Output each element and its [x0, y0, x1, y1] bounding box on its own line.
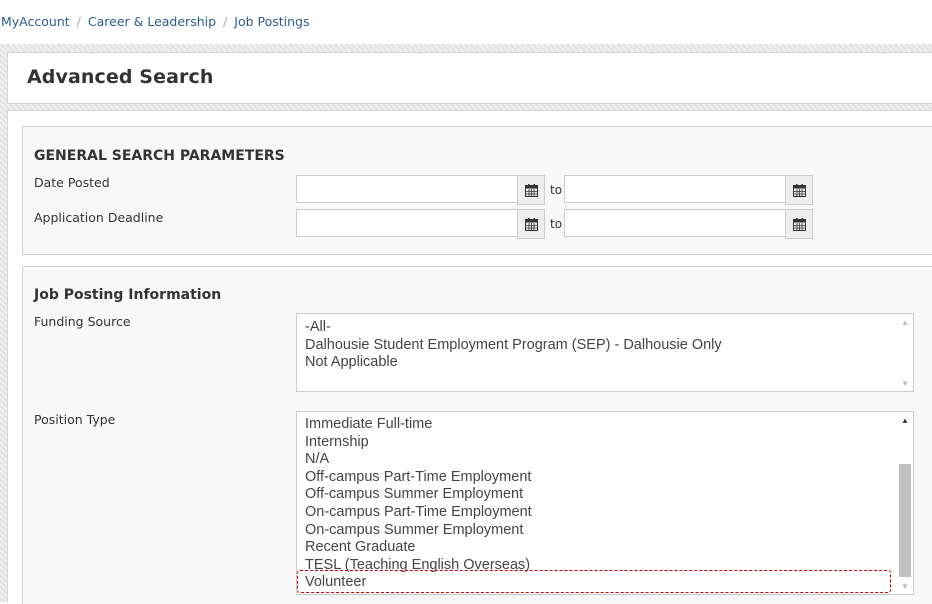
scroll-down-arrow-icon[interactable]: ▼	[897, 578, 913, 594]
date-posted-label: Date Posted	[34, 175, 110, 190]
page-title: Advanced Search	[27, 66, 214, 88]
application-deadline-from-input[interactable]	[296, 209, 518, 237]
funding-source-option[interactable]: -All-	[297, 319, 913, 337]
calendar-icon	[792, 217, 806, 231]
scroll-down-arrow-icon[interactable]: ▼	[897, 375, 913, 391]
calendar-icon	[524, 183, 538, 197]
position-type-option[interactable]: On-campus Part-Time Employment	[297, 504, 913, 522]
date-posted-to-calendar-button[interactable]	[785, 175, 813, 205]
general-search-panel: GENERAL SEARCH PARAMETERS Date Posted to…	[22, 126, 932, 255]
breadcrumb-career-leadership-link[interactable]: Career & Leadership	[88, 14, 216, 29]
breadcrumb-separator: /	[223, 14, 228, 29]
position-type-option[interactable]: Recent Graduate	[297, 539, 913, 557]
calendar-icon	[524, 217, 538, 231]
date-posted-range: to	[296, 175, 816, 205]
breadcrumb-separator: /	[76, 14, 81, 29]
breadcrumb-job-postings-link[interactable]: Job Postings	[234, 14, 309, 29]
application-deadline-to-label: to	[550, 217, 563, 231]
date-posted-to-label: to	[550, 183, 563, 197]
breadcrumb-myaccount-link[interactable]: MyAccount	[1, 14, 70, 29]
position-type-scrollbar[interactable]: ▲ ▼	[897, 412, 913, 594]
position-type-option[interactable]: N/A	[297, 451, 913, 469]
scrollbar-thumb[interactable]	[899, 464, 911, 577]
volunteer-highlight-box	[297, 570, 891, 593]
application-deadline-to-input[interactable]	[564, 209, 786, 237]
funding-source-scrollbar[interactable]: ▲ ▼	[897, 314, 913, 391]
date-posted-from-calendar-button[interactable]	[517, 175, 545, 205]
application-deadline-to-calendar-button[interactable]	[785, 209, 813, 239]
scroll-up-arrow-icon[interactable]: ▲	[897, 412, 913, 428]
position-type-option[interactable]: Internship	[297, 434, 913, 452]
funding-source-listbox[interactable]: -All- Dalhousie Student Employment Progr…	[296, 313, 914, 392]
scroll-up-arrow-icon[interactable]: ▲	[897, 314, 913, 330]
general-section-heading: GENERAL SEARCH PARAMETERS	[34, 148, 285, 164]
search-form: GENERAL SEARCH PARAMETERS Date Posted to…	[7, 110, 932, 604]
job-posting-info-panel: Job Posting Information Funding Source -…	[22, 266, 932, 604]
date-posted-to-input[interactable]	[564, 175, 786, 203]
application-deadline-range: to	[296, 209, 816, 239]
application-deadline-from-calendar-button[interactable]	[517, 209, 545, 239]
breadcrumb: MyAccount / Career & Leadership / Job Postin…	[0, 0, 932, 44]
funding-source-option[interactable]: Dalhousie Student Employment Program (SE…	[297, 337, 913, 355]
title-card: Advanced Search	[7, 52, 932, 104]
funding-source-option[interactable]: Not Applicable	[297, 354, 913, 372]
funding-source-label: Funding Source	[34, 314, 131, 329]
date-posted-from-input[interactable]	[296, 175, 518, 203]
position-type-label: Position Type	[34, 412, 116, 427]
position-type-option[interactable]: Off-campus Summer Employment	[297, 486, 913, 504]
position-type-option[interactable]: Off-campus Part-Time Employment	[297, 469, 913, 487]
application-deadline-label: Application Deadline	[34, 210, 164, 225]
position-type-listbox[interactable]: Immediate Full-time Internship N/A Off-c…	[296, 411, 914, 595]
calendar-icon	[792, 183, 806, 197]
job-info-section-heading: Job Posting Information	[34, 287, 222, 303]
position-type-option[interactable]: Immediate Full-time	[297, 416, 913, 434]
position-type-option[interactable]: On-campus Summer Employment	[297, 522, 913, 540]
